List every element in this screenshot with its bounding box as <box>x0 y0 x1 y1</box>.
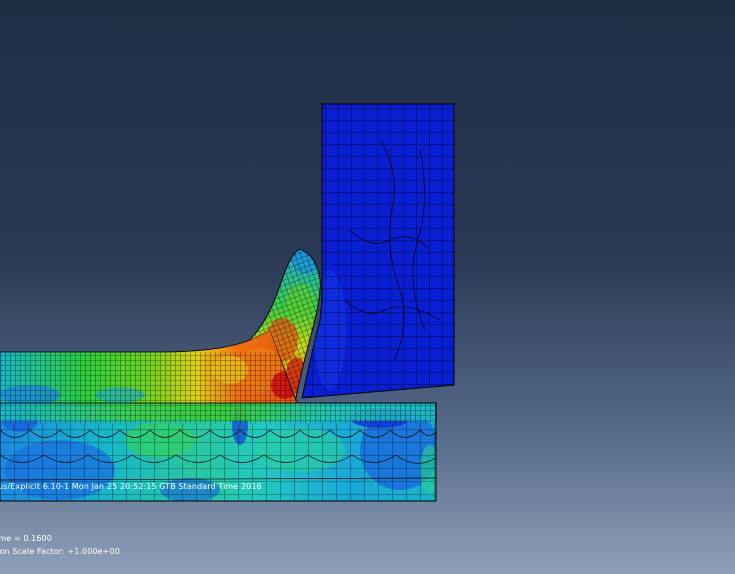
solver-timestamp: us/Explicit 6.10-1 Mon Jan 25 20:52:15 G… <box>0 482 262 491</box>
deformation-scale-label: tion Scale Factor: +1.000e+00 <box>0 547 120 556</box>
chip-base[interactable] <box>0 329 300 405</box>
cutting-tool[interactable] <box>300 100 460 400</box>
step-time-label: ime = 0.1600 <box>0 534 52 543</box>
